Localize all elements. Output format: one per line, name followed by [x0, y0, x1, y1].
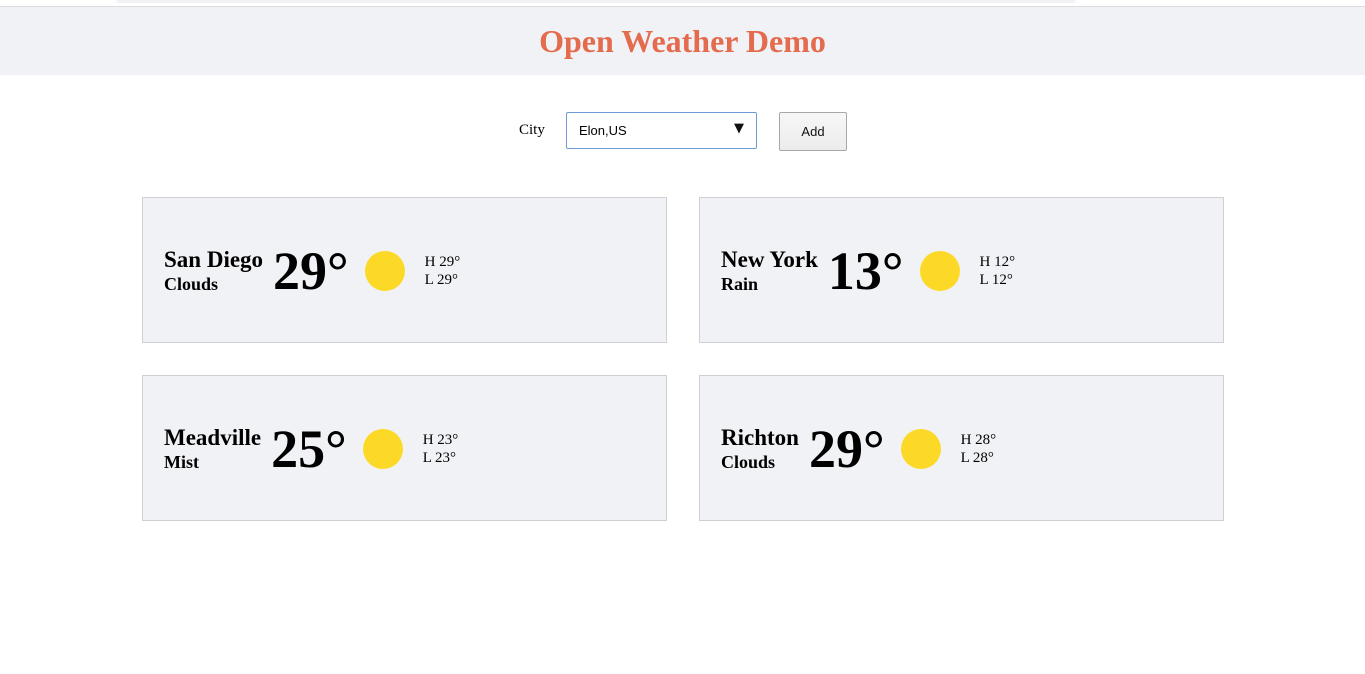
page-title: Open Weather Demo: [539, 23, 826, 59]
high-low-temps: H 12° L 12°: [980, 253, 1016, 289]
high-temperature: H 12°: [979, 254, 1016, 270]
weather-card-richton: Richton Clouds 29° H 28° L 28°: [699, 375, 1224, 521]
city-name: Richton: [721, 425, 799, 450]
weather-card-names: Meadville Mist: [164, 425, 261, 473]
sun-icon: [364, 251, 405, 291]
browser-tab-edge: [116, 0, 1076, 3]
browser-top-strip: [0, 0, 1365, 7]
low-temperature: L 12°: [979, 272, 1013, 288]
low-temperature: L 23°: [422, 450, 457, 466]
weather-card-names: New York Rain: [721, 247, 818, 295]
sun-icon: [900, 429, 941, 469]
city-select[interactable]: Elon,US ▼: [566, 112, 757, 149]
sun-icon: [362, 429, 403, 469]
high-low-temps: H 23° L 23°: [423, 431, 459, 467]
current-temperature: 29°: [273, 241, 349, 301]
city-name: New York: [721, 247, 818, 272]
city-name: San Diego: [164, 247, 264, 272]
current-temperature: 13°: [827, 241, 904, 301]
weather-card-info: Meadville Mist 25° H 23° L 23°: [164, 419, 459, 479]
high-temperature: H 28°: [960, 432, 997, 448]
weather-card-san-diego: San Diego Clouds 29° H 29° L 29°: [142, 197, 667, 343]
weather-card-info: New York Rain 13° H 12° L 12°: [721, 241, 1016, 301]
weather-card-new-york: New York Rain 13° H 12° L 12°: [699, 197, 1224, 343]
city-form: City Elon,US ▼ Add: [0, 112, 1365, 152]
sun-icon: [919, 251, 960, 291]
low-temperature: L 29°: [424, 272, 459, 288]
weather-card-names: Richton Clouds: [721, 425, 799, 473]
high-temperature: H 23°: [422, 432, 459, 448]
weather-card-info: Richton Clouds 29° H 28° L 28°: [721, 419, 997, 479]
city-label: City: [519, 122, 545, 138]
chevron-down-icon[interactable]: ▼: [734, 121, 744, 136]
weather-card-names: San Diego Clouds: [164, 247, 263, 295]
page-header: Open Weather Demo: [0, 7, 1365, 75]
high-low-temps: H 28° L 28°: [961, 431, 997, 467]
weather-card-info: San Diego Clouds 29° H 29° L 29°: [164, 241, 461, 301]
high-low-temps: H 29° L 29°: [425, 253, 461, 289]
weather-condition: Rain: [721, 274, 759, 294]
add-button[interactable]: Add: [779, 112, 847, 151]
low-temperature: L 28°: [960, 450, 994, 466]
weather-card-meadville: Meadville Mist 25° H 23° L 23°: [142, 375, 667, 521]
city-select-value: Elon,US: [579, 123, 627, 138]
weather-condition: Mist: [164, 452, 199, 472]
city-name: Meadville: [164, 425, 262, 450]
weather-condition: Clouds: [164, 274, 219, 294]
current-temperature: 29°: [808, 419, 885, 479]
current-temperature: 25°: [271, 419, 347, 479]
high-temperature: H 29°: [424, 254, 461, 270]
weather-condition: Clouds: [721, 452, 776, 472]
